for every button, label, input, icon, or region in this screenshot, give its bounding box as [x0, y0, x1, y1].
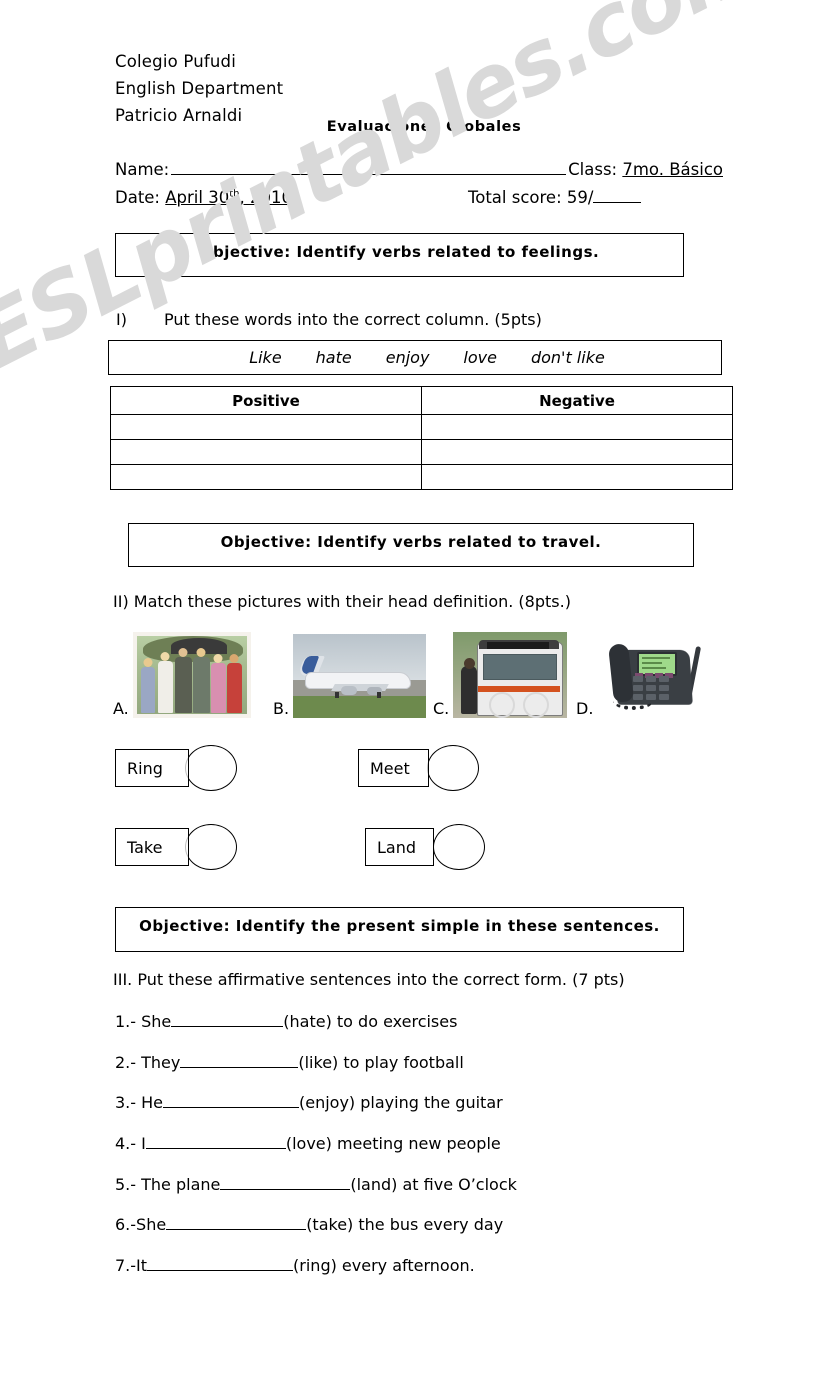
sentence-4: 4.- I (love) meeting new people [115, 1134, 501, 1153]
objective-1-text: Objective: Identify verbs related to fee… [199, 243, 600, 261]
positive-negative-table: Positive Negative [110, 386, 733, 490]
sentence-suffix: (ring) every afternoon. [293, 1256, 475, 1275]
sentence-blank[interactable] [180, 1054, 299, 1068]
picture-item-a: A. [113, 632, 251, 718]
sentence-prefix: 6.-She [115, 1215, 167, 1234]
page-title: Evaluaciones Globales [326, 119, 522, 135]
match-answer-circle-land[interactable] [433, 824, 485, 870]
sentence-prefix: 7.-It [115, 1256, 148, 1275]
answer-cell-negative[interactable] [421, 414, 733, 440]
sentence-6: 6.-She (take) the bus every day [115, 1215, 503, 1234]
sentence-5: 5.- The plane (land) at five O’clock [115, 1175, 517, 1194]
table-row [110, 464, 733, 490]
answer-cell-negative[interactable] [421, 439, 733, 465]
sentence-blank[interactable] [145, 1135, 286, 1149]
date-label: Date: [115, 188, 160, 207]
answer-cell-positive[interactable] [110, 414, 422, 440]
objective-2-text: Objective: Identify verbs related to tra… [220, 533, 602, 551]
answer-cell-positive[interactable] [110, 464, 422, 490]
section-3-instruction: III. Put these affirmative sentences int… [113, 970, 625, 989]
picture-row: A. B. C. D. [113, 622, 733, 718]
objective-box-2: Objective: Identify verbs related to tra… [128, 523, 694, 567]
match-answer-circle-take[interactable] [185, 824, 237, 870]
column-header-negative: Negative [421, 386, 733, 415]
score-input-line[interactable] [593, 189, 642, 203]
name-label: Name: [115, 160, 170, 179]
class-label: Class: [568, 160, 618, 179]
score-value: 59/ [566, 188, 594, 207]
worksheet-page: ESLprintables.com Colegio Pufudi English… [0, 0, 838, 1389]
picture-item-d: D. [576, 626, 716, 718]
class-value: 7mo. Básico [622, 160, 723, 179]
school-name: Colegio Pufudi [115, 52, 236, 71]
sentence-3: 3.- He (enjoy) playing the guitar [115, 1093, 503, 1112]
word-bank-item: love [463, 348, 497, 367]
picture-label-c: C. [433, 699, 450, 718]
letterhead: Colegio Pufudi English Department Patric… [115, 48, 283, 129]
objective-3-text: Objective: Identify the present simple i… [139, 917, 660, 935]
match-label-land[interactable]: Land [365, 828, 434, 866]
sentence-blank[interactable] [220, 1176, 351, 1190]
section-1-number: I) [116, 310, 127, 329]
sentence-prefix: 3.- He [115, 1093, 163, 1112]
sentence-blank[interactable] [171, 1013, 284, 1027]
sentence-blank[interactable] [147, 1257, 294, 1271]
sentence-blank[interactable] [166, 1216, 307, 1230]
match-label-take[interactable]: Take [115, 828, 189, 866]
column-header-positive: Positive [110, 386, 422, 415]
match-label-meet[interactable]: Meet [358, 749, 429, 787]
sentence-suffix: (land) at five O’clock [350, 1175, 517, 1194]
sentence-prefix: 1.- She [115, 1012, 172, 1031]
name-class-row: Name: Class: 7mo. Básico [115, 160, 723, 179]
sentence-suffix: (like) to play football [298, 1053, 464, 1072]
match-label-ring[interactable]: Ring [115, 749, 189, 787]
sentence-prefix: 2.- They [115, 1053, 181, 1072]
date-score-row: Date: April 30th, 2010 Total score: 59/ [115, 188, 723, 207]
sentence-suffix: (love) meeting new people [285, 1134, 501, 1153]
match-label-text: Ring [127, 758, 163, 778]
match-label-text: Meet [370, 758, 410, 778]
word-bank-item: hate [315, 348, 352, 367]
match-answer-circle-ring[interactable] [185, 745, 237, 791]
picture-label-d: D. [576, 699, 594, 718]
section-1-text: Put these words into the correct column.… [164, 310, 542, 329]
word-bank: Like hate enjoy love don't like [108, 340, 722, 375]
sentence-7: 7.-It (ring) every afternoon. [115, 1256, 475, 1275]
match-answer-circle-meet[interactable] [427, 745, 479, 791]
sentence-suffix: (take) the bus every day [306, 1215, 504, 1234]
word-bank-item: enjoy [385, 348, 430, 367]
score-label: Total score: [467, 188, 562, 207]
table-row [110, 414, 733, 440]
picture-item-b: B. [273, 634, 427, 718]
match-label-text: Land [377, 837, 417, 857]
answer-cell-positive[interactable] [110, 439, 422, 465]
department-name: English Department [115, 79, 284, 98]
table-header-row: Positive Negative [110, 386, 733, 415]
picture-label-b: B. [273, 699, 290, 718]
sentence-suffix: (enjoy) playing the guitar [299, 1093, 503, 1112]
bus-boarding-photo [453, 632, 568, 718]
sentence-1: 1.- She (hate) to do exercises [115, 1012, 457, 1031]
objective-box-3: Objective: Identify the present simple i… [115, 907, 684, 952]
picture-item-c: C. [433, 632, 568, 718]
answer-cell-negative[interactable] [421, 464, 733, 490]
word-bank-item: don't like [530, 348, 605, 367]
name-input-line[interactable] [171, 160, 567, 175]
section-1-instruction: I) Put these words into the correct colum… [116, 310, 542, 329]
family-group-photo [132, 632, 251, 718]
match-label-text: Take [127, 837, 163, 857]
airplane-landing-photo [293, 634, 427, 718]
picture-label-a: A. [113, 699, 129, 718]
word-bank-item: Like [249, 348, 282, 367]
telephone-photo [597, 626, 716, 718]
table-row [110, 439, 733, 465]
date-value: April 30th, 2010 [165, 188, 292, 207]
section-2-instruction: II) Match these pictures with their head… [113, 592, 571, 611]
sentence-prefix: 5.- The plane [115, 1175, 221, 1194]
sentence-suffix: (hate) to do exercises [283, 1012, 458, 1031]
objective-box-1: Objective: Identify verbs related to fee… [115, 233, 684, 277]
sentence-2: 2.- They (like) to play football [115, 1053, 464, 1072]
sentence-blank[interactable] [163, 1094, 299, 1108]
sentence-prefix: 4.- I [115, 1134, 146, 1153]
